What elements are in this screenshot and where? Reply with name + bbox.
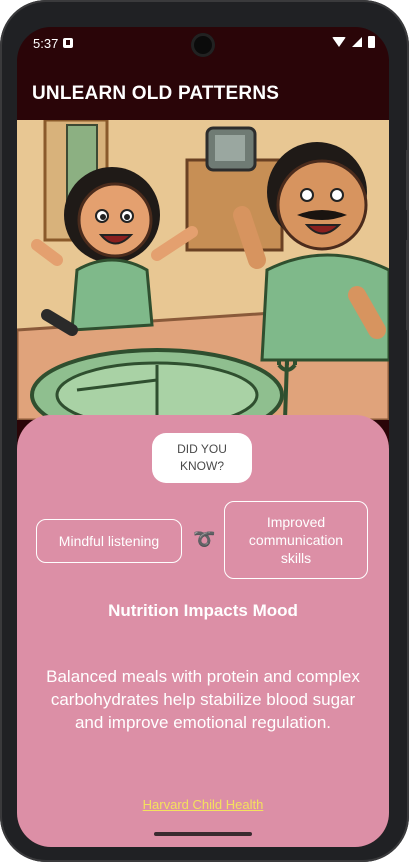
source-link[interactable]: Harvard Child Health bbox=[17, 797, 389, 812]
mindful-listening-box: Mindful listening bbox=[36, 519, 182, 563]
illustration-child-and-father-icon bbox=[17, 120, 389, 420]
did-you-know-badge: DID YOU KNOW? bbox=[152, 433, 252, 483]
home-indicator[interactable] bbox=[154, 832, 252, 836]
wifi-icon bbox=[332, 37, 346, 47]
fact-body: Balanced meals with protein and complex … bbox=[46, 667, 360, 732]
phone-frame: 5:37 UNLEARN OLD PATTERNS DID YOU KNOW? … bbox=[0, 0, 409, 862]
notification-icon bbox=[63, 38, 73, 48]
hero-illustration bbox=[17, 120, 389, 420]
status-bar: 5:37 bbox=[17, 27, 389, 59]
app-title: UNLEARN OLD PATTERNS bbox=[32, 83, 280, 104]
improved-communication-box: Improved communication skills bbox=[224, 501, 368, 579]
signal-icon bbox=[352, 37, 362, 47]
app-bar: UNLEARN OLD PATTERNS bbox=[17, 59, 389, 121]
camera-cutout bbox=[191, 33, 215, 57]
did-you-know-card: DID YOU KNOW? Mindful listening ➰ Improv… bbox=[17, 415, 389, 847]
swirl-icon: ➰ bbox=[193, 529, 216, 550]
fact-heading: Nutrition Impacts Mood bbox=[108, 601, 298, 620]
status-time: 5:37 bbox=[33, 36, 59, 51]
battery-icon bbox=[368, 36, 375, 48]
screen: 5:37 UNLEARN OLD PATTERNS DID YOU KNOW? … bbox=[17, 27, 389, 847]
status-icons bbox=[332, 36, 375, 48]
